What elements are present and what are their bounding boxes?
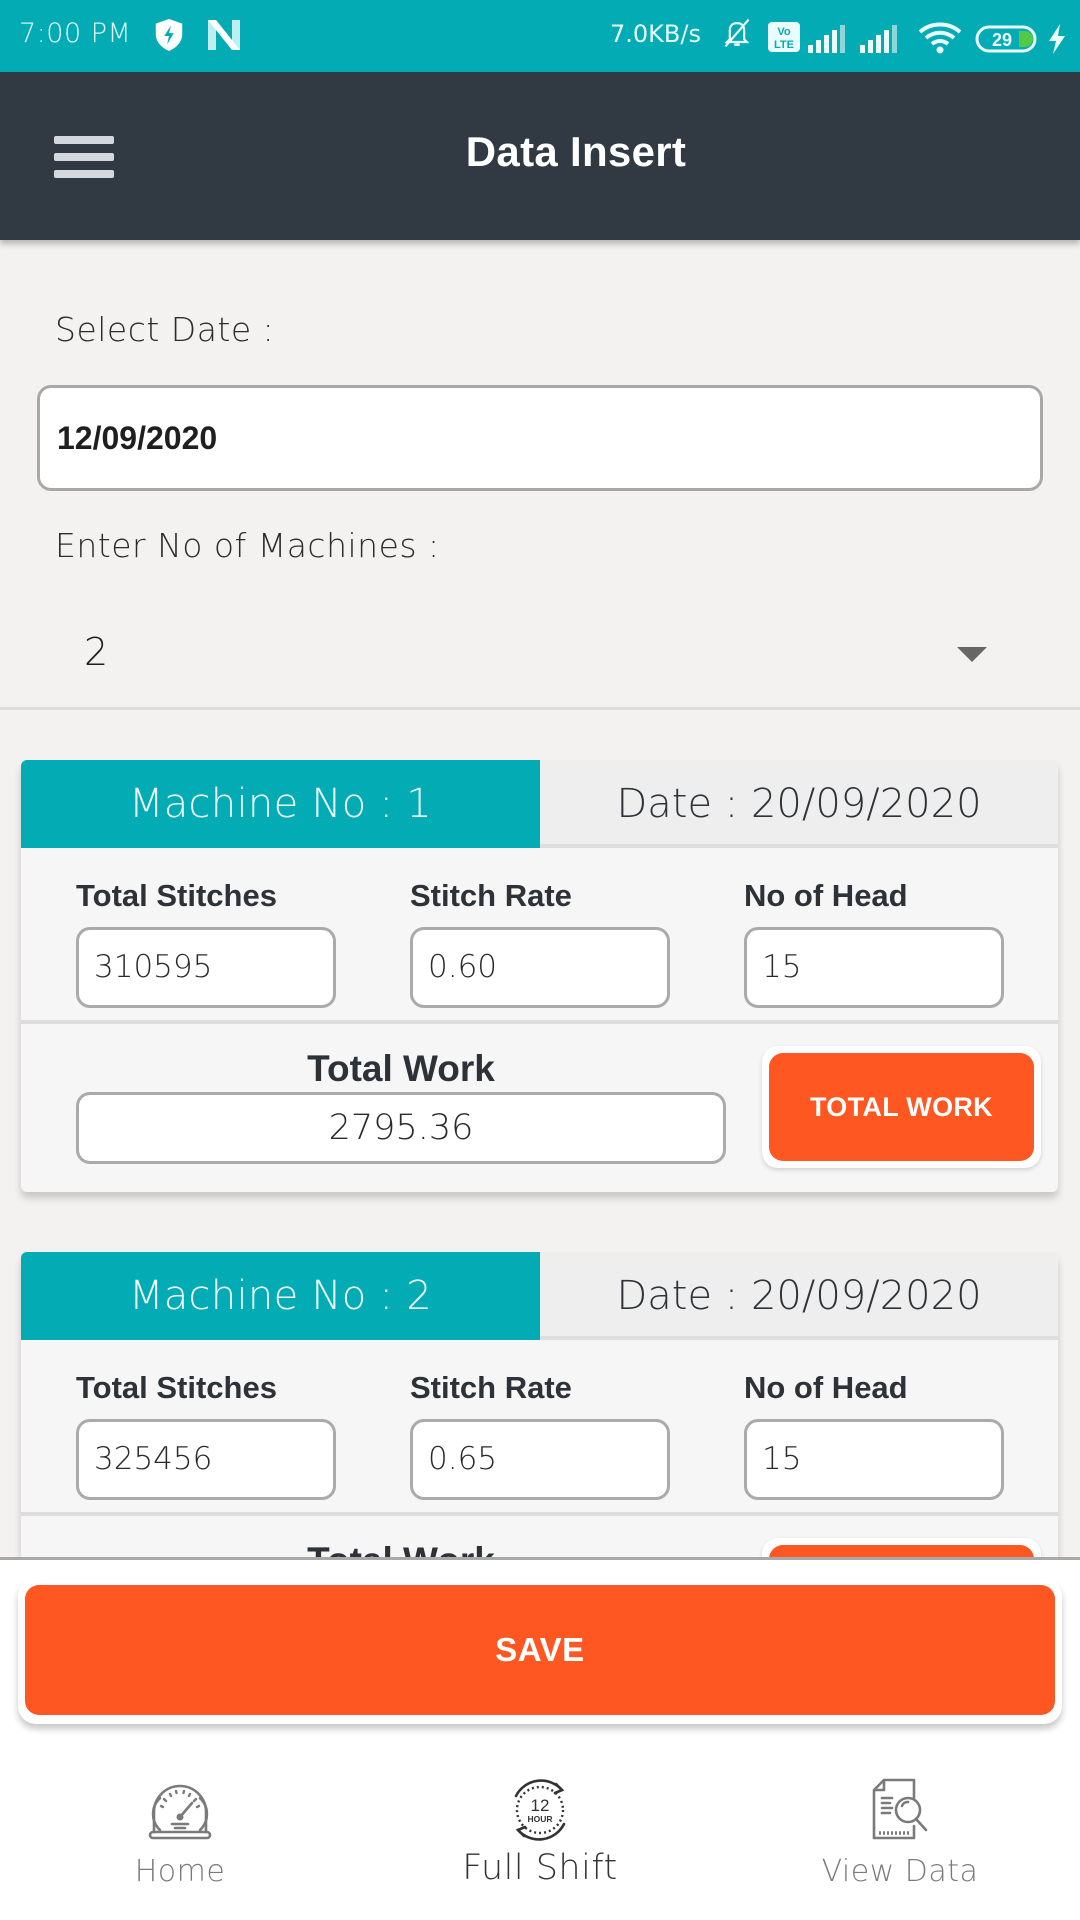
svg-text:LTE: LTE	[774, 39, 794, 51]
select-date-label: Select Date :	[55, 310, 275, 349]
battery-icon: 29	[975, 25, 1037, 53]
battery-level: 29	[992, 30, 1012, 50]
no-of-head-label: No of Head	[744, 878, 908, 913]
total-work-button-container: TOTAL WORK	[762, 1046, 1041, 1168]
svg-text:12: 12	[531, 1796, 550, 1815]
save-button-container: SAVE	[18, 1578, 1062, 1724]
save-bar: SAVE	[0, 1557, 1080, 1742]
n-app-icon	[208, 20, 240, 50]
bottom-navigation: Home 12 HOUR Full Shift View Data	[0, 1742, 1080, 1920]
status-time: 7:00 PM	[19, 18, 132, 49]
total-work-button[interactable]: TOTAL WORK	[769, 1053, 1034, 1161]
nav-item-view-data[interactable]: View Data	[720, 1742, 1080, 1920]
shield-bolt-icon	[155, 18, 183, 52]
total-work-label: Total Work	[307, 1048, 495, 1089]
machine-number: Machine No : 2	[21, 1252, 540, 1340]
signal-icon	[860, 25, 897, 53]
signal-icon	[808, 25, 845, 53]
12-hour-clock-icon: 12 HOUR	[514, 1779, 566, 1841]
speedometer-icon	[148, 1784, 212, 1840]
no-of-head-label: No of Head	[744, 1370, 908, 1405]
svg-text:Vo: Vo	[777, 26, 791, 38]
machine-date: Date : 20/09/2020	[616, 781, 982, 827]
machine-fields-row: Total Stitches 325456 Stitch Rate 0.65 N…	[21, 1340, 1058, 1516]
date-input[interactable]: 12/09/2020	[37, 385, 1043, 491]
wifi-icon	[918, 22, 962, 54]
machine-card: Machine No : 1 Date : 20/09/2020 Total S…	[21, 760, 1058, 1192]
machine-date: Date : 20/09/2020	[616, 1273, 982, 1319]
machines-count-value: 2	[84, 630, 109, 674]
alarm-off-icon	[724, 18, 750, 48]
machine-card-header: Machine No : 2 Date : 20/09/2020	[21, 1252, 1058, 1340]
nav-label-full-shift: Full Shift	[462, 1848, 618, 1888]
save-button[interactable]: SAVE	[25, 1585, 1055, 1715]
machine-card-header: Machine No : 1 Date : 20/09/2020	[21, 760, 1058, 848]
machine-fields-row: Total Stitches 310595 Stitch Rate 0.60 N…	[21, 848, 1058, 1024]
divider	[0, 707, 1080, 710]
machine-number: Machine No : 1	[21, 760, 540, 848]
status-bar: 7:00 PM 7.0KB/s Vo LTE 29	[0, 0, 1080, 72]
stitch-rate-label: Stitch Rate	[410, 878, 572, 913]
total-work-row: Total Work 2795.36 TOTAL WORK	[21, 1024, 1058, 1184]
document-search-icon	[872, 1778, 928, 1840]
volte-icon: Vo LTE	[768, 22, 800, 52]
machines-count-label: Enter No of Machines :	[55, 526, 440, 565]
stitch-rate-label: Stitch Rate	[410, 1370, 572, 1405]
nav-item-home[interactable]: Home	[0, 1742, 360, 1920]
nav-label-view-data: View Data	[821, 1854, 979, 1889]
no-of-head-input[interactable]: 15	[744, 927, 1004, 1008]
screen: 7:00 PM 7.0KB/s Vo LTE 29 Data Insert Se…	[0, 0, 1080, 1920]
network-speed: 7.0KB/s	[610, 20, 701, 48]
dropdown-arrow-icon	[957, 647, 987, 662]
app-header: Data Insert	[0, 72, 1080, 240]
stitch-rate-input[interactable]: 0.60	[410, 927, 670, 1008]
nav-item-full-shift[interactable]: 12 HOUR Full Shift	[360, 1742, 720, 1920]
no-of-head-input[interactable]: 15	[744, 1419, 1004, 1500]
stitch-rate-input[interactable]: 0.65	[410, 1419, 670, 1500]
total-stitches-input[interactable]: 325456	[76, 1419, 336, 1500]
total-work-input[interactable]: 2795.36	[76, 1092, 726, 1164]
machines-count-dropdown[interactable]: 2	[0, 600, 1080, 708]
total-stitches-input[interactable]: 310595	[76, 927, 336, 1008]
total-stitches-label: Total Stitches	[76, 1370, 277, 1405]
total-stitches-label: Total Stitches	[76, 878, 277, 913]
page-title: Data Insert	[465, 128, 687, 175]
nav-label-home: Home	[134, 1854, 226, 1889]
charging-icon	[1049, 24, 1065, 54]
svg-text:HOUR: HOUR	[527, 1814, 552, 1824]
